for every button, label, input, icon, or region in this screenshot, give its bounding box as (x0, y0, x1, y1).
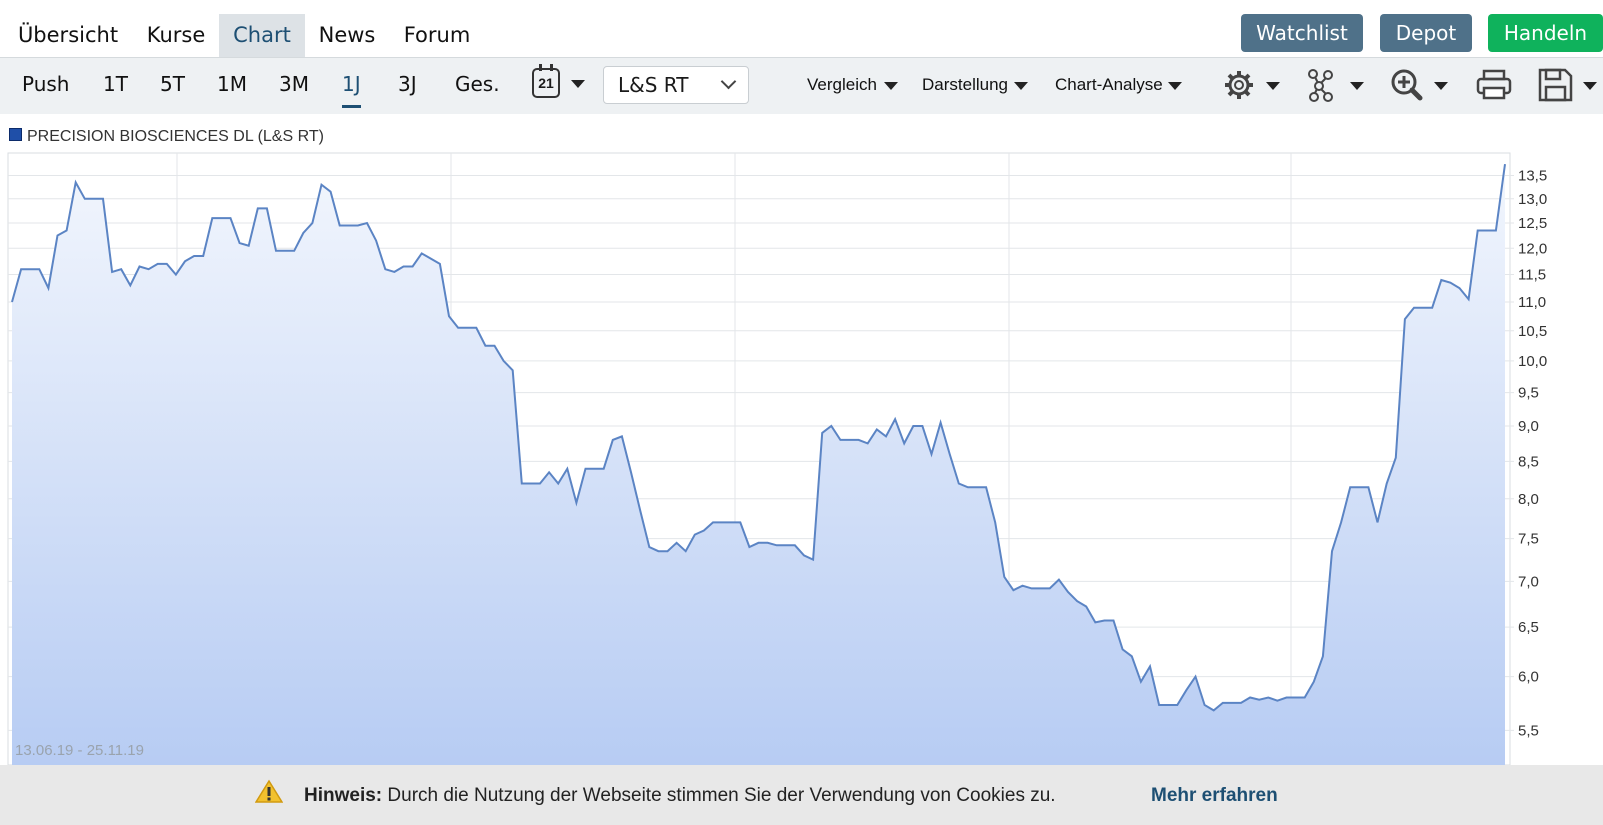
y-tick-label: 8,5 (1518, 453, 1539, 470)
more-info-link[interactable]: Mehr erfahren (1151, 785, 1278, 807)
y-tick-label: 11,5 (1518, 267, 1546, 284)
price-chart[interactable]: 5,5 6,0 6,5 7,0 7,5 8,0 8,5 9,0 9,5 10,0 10,5 11,0 1… (0, 0, 1603, 765)
y-tick-label: 9,5 (1518, 385, 1539, 402)
y-tick-label: 13,0 (1518, 191, 1547, 208)
cookie-notice: Hinweis: Durch die Nutzung der Webseite … (0, 765, 1603, 825)
y-tick-label: 10,0 (1518, 353, 1547, 370)
y-tick-label: 10,5 (1518, 323, 1547, 340)
y-tick-label: 7,5 (1518, 531, 1539, 548)
y-tick-label: 5,5 (1518, 722, 1539, 739)
y-tick-label: 11,0 (1518, 294, 1546, 311)
y-tick-label: 12,0 (1518, 240, 1547, 257)
cookie-label: Hinweis: (304, 785, 383, 806)
y-tick-label: 8,0 (1518, 491, 1539, 508)
cookie-text: Hinweis: Durch die Nutzung der Webseite … (304, 785, 1056, 807)
y-tick-label: 6,0 (1518, 669, 1539, 686)
y-tick-label: 9,0 (1518, 418, 1539, 435)
y-tick-label: 7,0 (1518, 573, 1539, 590)
warning-icon (255, 779, 283, 803)
cookie-message: Durch die Nutzung der Webseite stimmen S… (382, 785, 1056, 806)
y-tick-label: 6,5 (1518, 619, 1539, 636)
y-tick-label: 12,5 (1518, 215, 1547, 232)
chart-date-range: 13.06.19 - 25.11.19 (15, 742, 144, 759)
y-tick-label: 13,5 (1518, 167, 1547, 184)
